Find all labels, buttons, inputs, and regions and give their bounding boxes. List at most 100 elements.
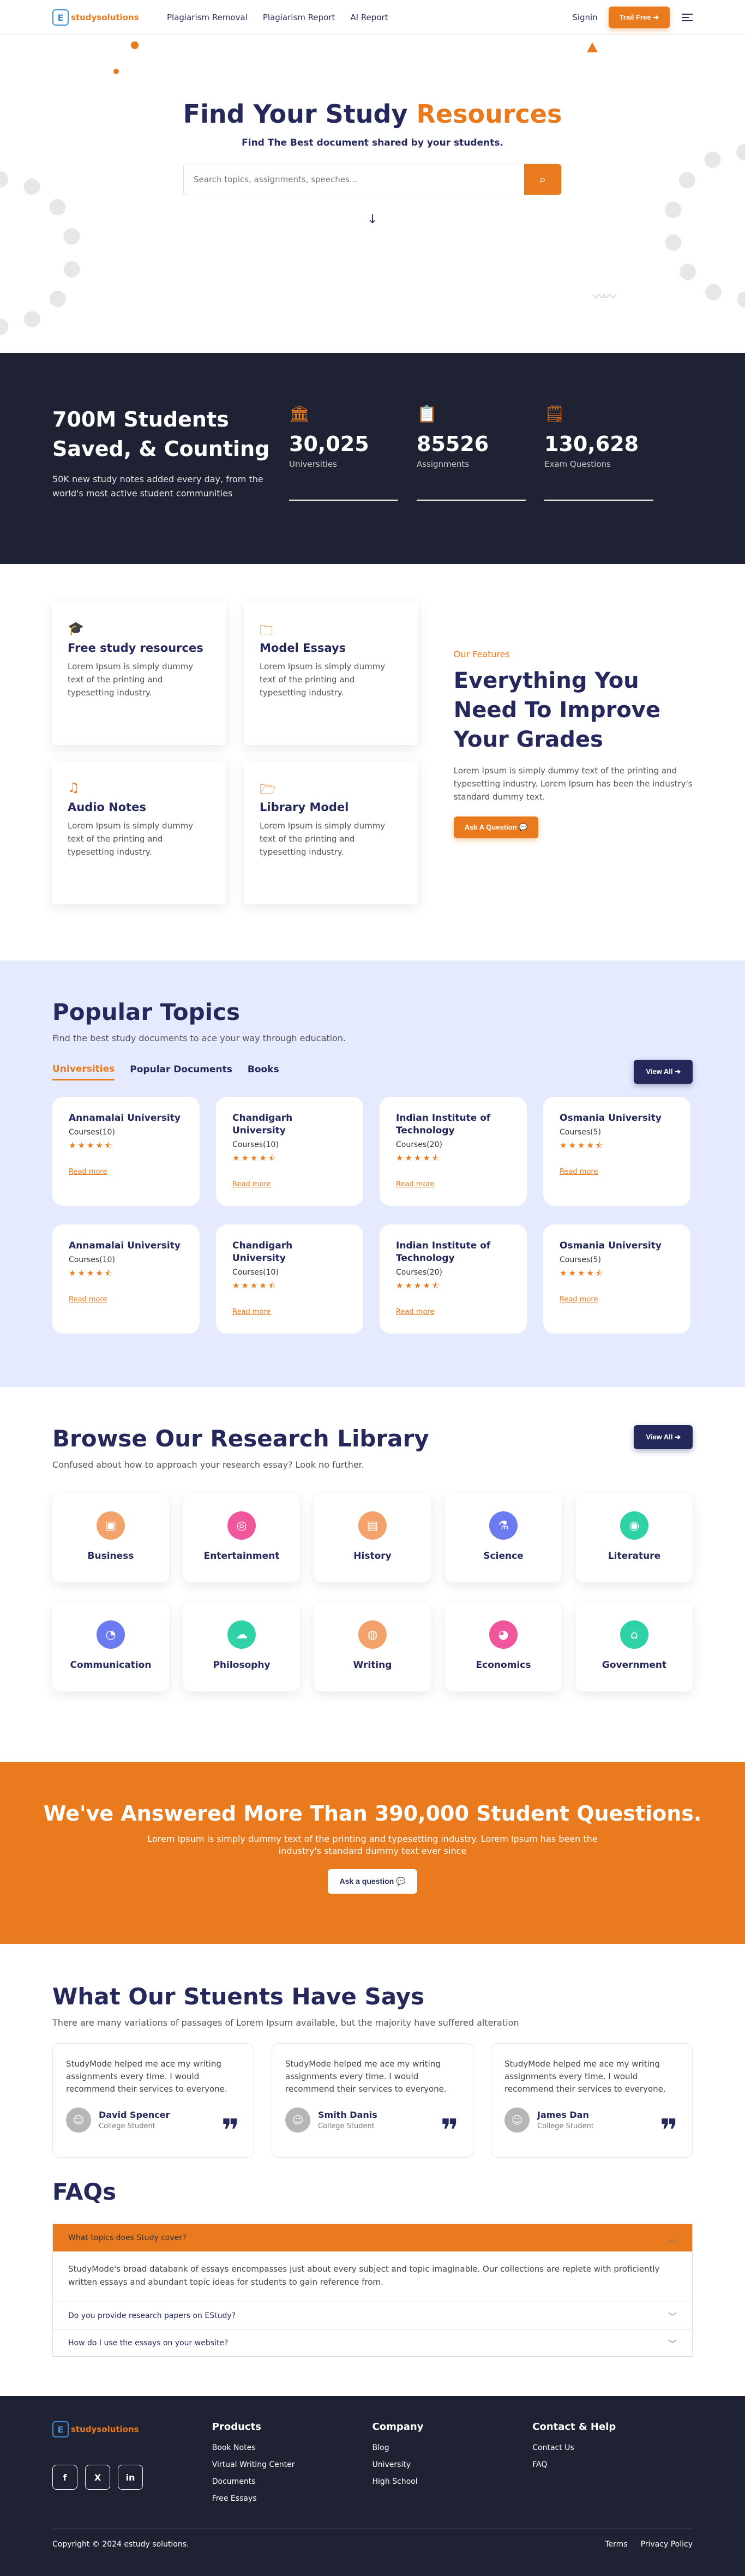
person-info: David Spencer College Student <box>99 2110 170 2130</box>
notes-icon: 🗒 <box>544 405 566 424</box>
read-more-link[interactable]: Read more <box>396 1180 510 1188</box>
star-rating: ★★★★⯪ <box>560 1268 605 1278</box>
category-name: Entertainment <box>203 1551 280 1562</box>
feature-card: 🗁 Library Model Lorem Ipsum is simply du… <box>244 761 418 904</box>
read-more-link[interactable]: Read more <box>560 1168 674 1176</box>
university-grid: Annamalai University Courses(10) ★★★★⯪ Read… <box>52 1097 693 1334</box>
university-name: Indian Institute of Technology <box>396 1240 491 1264</box>
logo-mark: E <box>52 2421 69 2437</box>
testimonial-card: StudyMode helped me ace my writing assig… <box>52 2043 254 2158</box>
terms-link[interactable]: Terms <box>605 2540 627 2549</box>
search-icon: ⌕ <box>539 172 546 186</box>
footer-link[interactable]: University <box>372 2460 533 2469</box>
hamburger-menu-icon[interactable] <box>682 14 693 21</box>
facebook-icon[interactable]: f <box>52 2465 77 2490</box>
university-card: Annamalai University Courses(10) ★★★★⯪ Read… <box>52 1097 200 1206</box>
library-category-literature[interactable]: ◉ Literature <box>576 1494 693 1582</box>
decor-dots-left <box>0 171 82 335</box>
nav-plagiarism-report[interactable]: Plagiarism Report <box>263 13 335 22</box>
trial-free-button[interactable]: Trail Free ➔ <box>608 7 670 28</box>
logo-text: studysolutions <box>71 2424 139 2434</box>
privacy-policy-link[interactable]: Privacy Policy <box>641 2540 693 2549</box>
x-twitter-icon[interactable]: X <box>85 2465 110 2490</box>
read-more-link[interactable]: Read more <box>232 1308 347 1316</box>
category-name: Communication <box>70 1660 152 1671</box>
footer-link[interactable]: Free Essays <box>212 2494 372 2503</box>
bank-icon: 🏛 <box>289 405 310 424</box>
read-more-link[interactable]: Read more <box>560 1295 674 1304</box>
decor-dots-right <box>663 144 745 308</box>
questions-banner: We've Answered More Than 390,000 Student… <box>0 1762 745 1944</box>
linkedin-icon[interactable]: in <box>118 2465 143 2490</box>
faq-question[interactable]: How do I use the essays on your website?… <box>53 2329 692 2356</box>
stat-exam-questions: 🗒 130,628 Exam Questions <box>544 405 653 501</box>
library-category-government[interactable]: ⌂ Government <box>576 1603 693 1691</box>
library-category-entertainment[interactable]: ◎ Entertainment <box>183 1494 300 1582</box>
logo[interactable]: E studysolutions <box>52 9 167 26</box>
person-name: James Dan <box>537 2110 589 2120</box>
category-name: Business <box>87 1551 134 1562</box>
banner-ask-question-button[interactable]: Ask a question 💬 <box>327 1869 418 1894</box>
testimonials-title: What Our Stuents Have Says <box>52 1983 425 2010</box>
avatar: ☺ <box>66 2107 91 2133</box>
footer-logo[interactable]: E studysolutions <box>52 2421 212 2437</box>
library-category-writing[interactable]: ◍ Writing <box>314 1603 431 1691</box>
main-nav: Plagiarism Removal Plagiarism Report AI … <box>167 13 572 22</box>
logo-mark: E <box>52 9 69 26</box>
footer-link[interactable]: Documents <box>212 2477 372 2486</box>
stat-universities: 🏛 30,025 Universities <box>289 405 398 501</box>
tab-books[interactable]: Books <box>248 1064 279 1079</box>
tab-universities[interactable]: Universities <box>52 1064 115 1080</box>
library-category-philosophy[interactable]: ☁ Philosophy <box>183 1603 300 1691</box>
stat-assignments: 📋 85526 Assignments <box>417 405 526 501</box>
economics-icon: ◕ <box>489 1620 518 1649</box>
star-rating: ★★★★⯪ <box>396 1153 441 1163</box>
testimonial-person: ☺ James Dan College Student <box>504 2107 679 2133</box>
library-view-all-button[interactable]: View All ➔ <box>634 1425 693 1449</box>
library-category-communication[interactable]: ◔ Communication <box>52 1603 169 1691</box>
footer-link[interactable]: Blog <box>372 2443 533 2452</box>
read-more-link[interactable]: Read more <box>396 1308 510 1316</box>
arrow-down-icon[interactable]: ↓ <box>0 213 745 226</box>
footer-link[interactable]: Book Notes <box>212 2443 372 2452</box>
nav-ai-report[interactable]: AI Report <box>350 13 388 22</box>
category-name: Philosophy <box>213 1660 271 1671</box>
star-rating: ★★★★⯪ <box>560 1140 605 1150</box>
nav-plagiarism-removal[interactable]: Plagiarism Removal <box>167 13 248 22</box>
footer-col-title: Products <box>212 2421 261 2433</box>
university-card: Osmania University Courses(5) ★★★★⯪ Read mo… <box>543 1224 690 1334</box>
footer-link[interactable]: Contact Us <box>532 2443 693 2452</box>
footer-link[interactable]: Virtual Writing Center <box>212 2460 372 2469</box>
testimonials-subtitle: There are many variations of passages of… <box>52 2017 519 2028</box>
library-category-history[interactable]: ▤ History <box>314 1494 431 1582</box>
faq-question-text: How do I use the essays on your website? <box>68 2338 229 2347</box>
faq-question[interactable]: Do you provide research papers on EStudy… <box>53 2302 692 2329</box>
feature-card: 🗀 Model Essays Lorem Ipsum is simply dum… <box>244 602 418 745</box>
feature-text: Lorem Ipsum is simply dummy text of the … <box>68 662 194 698</box>
signin-link[interactable]: Signin <box>572 13 597 22</box>
footer-bottom: Copyright © 2024 estudy solutions. Terms… <box>52 2529 693 2549</box>
footer-link[interactable]: High School <box>372 2477 533 2486</box>
stat-value: 30,025 <box>289 432 369 456</box>
avatar: ☺ <box>504 2107 530 2133</box>
footer-col-company: Company Blog University High School <box>372 2421 533 2511</box>
hero-title-a: Find Your Study <box>183 99 417 129</box>
university-card: Indian Institute of Technology Courses(20… <box>380 1224 527 1334</box>
footer-link[interactable]: FAQ <box>532 2460 693 2469</box>
faq-question[interactable]: What topics does Study cover? ︿ <box>53 2224 692 2251</box>
library-category-business[interactable]: ▣ Business <box>52 1494 169 1582</box>
star-rating: ★★★★⯪ <box>232 1153 278 1163</box>
view-all-button[interactable]: View All ➔ <box>634 1060 693 1084</box>
library-category-science[interactable]: ⚗ Science <box>445 1494 562 1582</box>
read-more-link[interactable]: Read more <box>232 1180 347 1188</box>
read-more-link[interactable]: Read more <box>69 1295 183 1304</box>
search-button[interactable]: ⌕ <box>524 164 561 195</box>
ask-question-button[interactable]: Ask A Question 💬 <box>453 816 539 838</box>
search-input[interactable] <box>184 164 524 195</box>
tab-popular-documents[interactable]: Popular Documents <box>130 1064 232 1079</box>
topics-tabs: Universities Popular Documents Books Vie… <box>52 1060 693 1084</box>
testimonial-person: ☺ David Spencer College Student <box>66 2107 241 2133</box>
star-rating: ★★★★⯪ <box>69 1268 114 1278</box>
read-more-link[interactable]: Read more <box>69 1168 183 1176</box>
library-category-economics[interactable]: ◕ Economics <box>445 1603 562 1691</box>
